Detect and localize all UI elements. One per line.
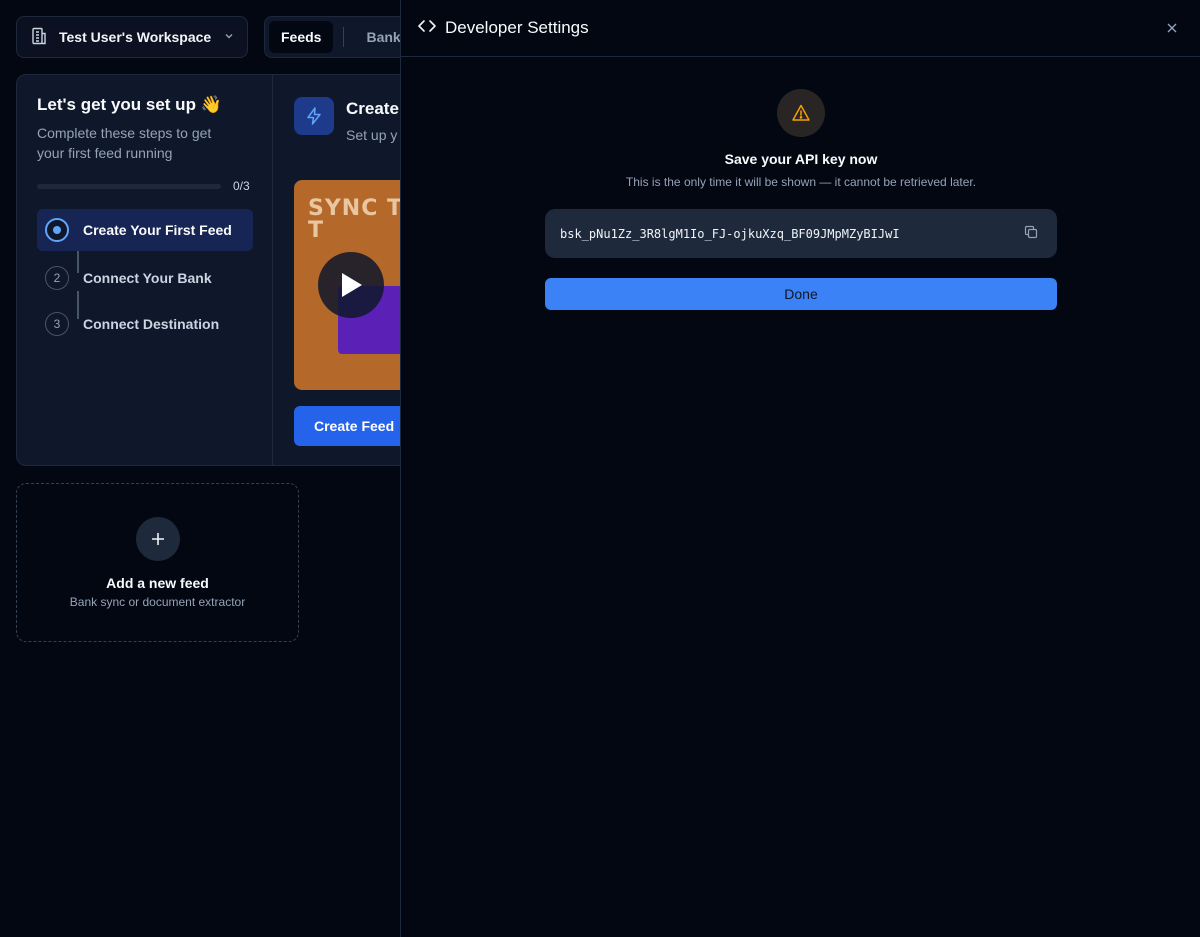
api-key-value[interactable]: bsk_pNu1Zz_3R8lgM1Io_FJ-ojkuXzq_BF09JMpM… (560, 227, 1020, 241)
onboarding-progress: 0/3 (37, 179, 250, 193)
chevron-down-icon (223, 29, 235, 45)
warning-subtitle: This is the only time it will be shown —… (625, 175, 977, 189)
panel-header: Developer Settings (401, 0, 1200, 57)
step-indicator: 3 (45, 312, 69, 336)
add-feed-title: Add a new feed (106, 575, 209, 591)
step-create-feed[interactable]: Create Your First Feed (37, 209, 253, 251)
close-icon[interactable] (1160, 16, 1184, 40)
step-connect-destination[interactable]: 3 Connect Destination (37, 301, 253, 347)
detail-title: Create (346, 99, 399, 118)
copy-icon[interactable] (1020, 221, 1042, 243)
progress-bar (37, 183, 221, 189)
play-icon[interactable] (318, 252, 384, 318)
developer-settings-panel: Developer Settings Save your API key now… (400, 0, 1200, 937)
bolt-icon (294, 97, 334, 135)
onboarding-card: Let's get you set up 👋 Complete these st… (16, 74, 436, 466)
add-feed-card[interactable]: Add a new feed Bank sync or document ext… (16, 483, 299, 642)
tab-divider (343, 27, 345, 47)
app-background: Test User's Workspace Feeds Banks Let's … (0, 0, 1200, 937)
step-connect-bank[interactable]: 2 Connect Your Bank (37, 255, 253, 301)
api-key-field[interactable]: bsk_pNu1Zz_3R8lgM1Io_FJ-ojkuXzq_BF09JMpM… (545, 209, 1057, 258)
onboarding-steps-panel: Let's get you set up 👋 Complete these st… (17, 75, 273, 465)
done-button[interactable]: Done (545, 278, 1057, 310)
panel-title: Developer Settings (445, 18, 589, 37)
warning-title: Save your API key now (724, 151, 878, 167)
workspace-switcher[interactable]: Test User's Workspace (16, 16, 248, 58)
onboarding-subtitle: Complete these steps to get your first f… (37, 125, 212, 161)
code-icon (417, 16, 437, 41)
step-list: Create Your First Feed 2 Connect Your Ba… (37, 209, 253, 347)
step-label: Connect Your Bank (83, 270, 212, 286)
workspace-name: Test User's Workspace (59, 29, 212, 45)
plus-icon (135, 517, 180, 561)
progress-count: 0/3 (233, 179, 250, 193)
step-label: Create Your First Feed (83, 222, 232, 238)
building-icon (29, 26, 49, 49)
step-indicator: 2 (45, 266, 69, 290)
onboarding-title: Let's get you set up 👋 (37, 95, 222, 114)
warning-icon (777, 89, 825, 137)
step-indicator (45, 218, 69, 242)
tab-feeds[interactable]: Feeds (269, 21, 334, 53)
step-label: Connect Destination (83, 316, 220, 332)
add-feed-subtitle: Bank sync or document extractor (69, 595, 246, 609)
